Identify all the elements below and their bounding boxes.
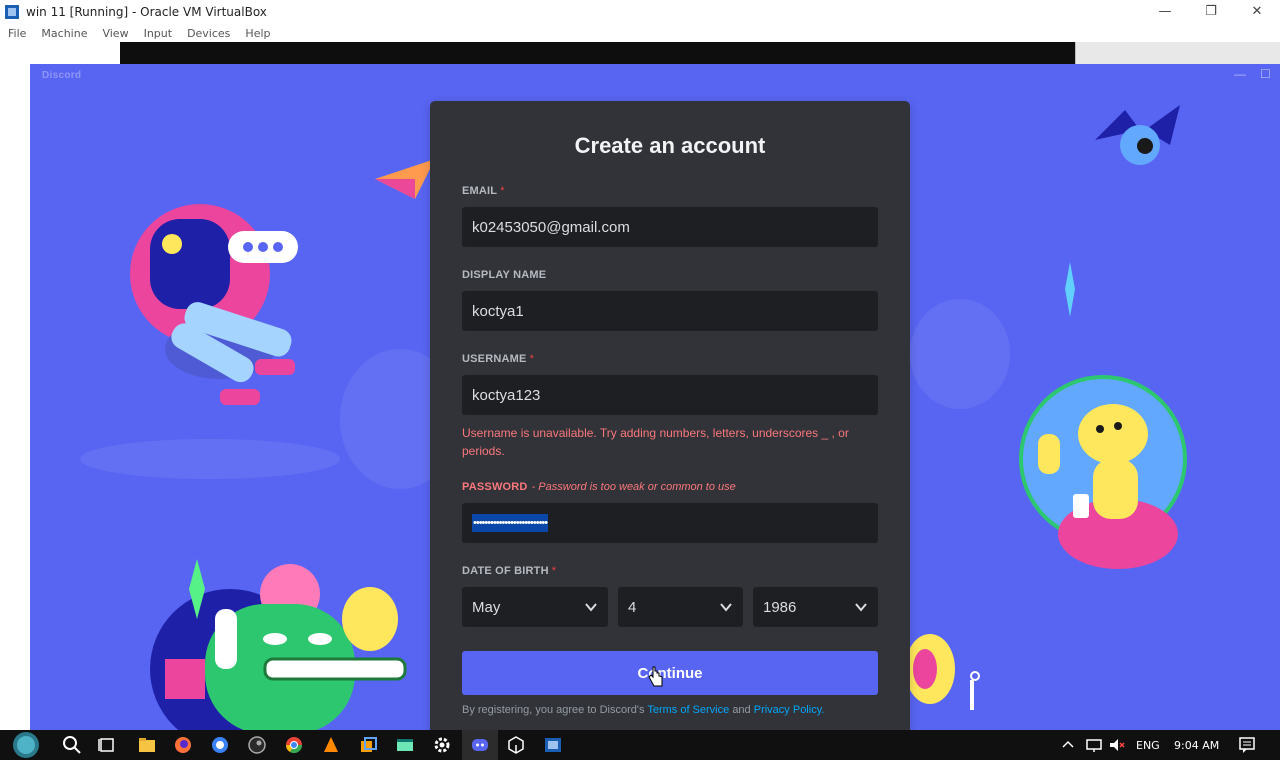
background-window-toolbar: [1075, 42, 1280, 64]
terms-of-service-link[interactable]: Terms of Service: [647, 704, 729, 716]
privacy-policy-link[interactable]: Privacy Policy.: [754, 704, 825, 716]
username-field[interactable]: koctya123: [462, 375, 878, 415]
host-close-button[interactable]: ✕: [1234, 0, 1280, 22]
app-window-icon[interactable]: [395, 735, 415, 755]
chrome-icon[interactable]: [284, 735, 304, 755]
continue-button[interactable]: Continue: [462, 651, 878, 695]
task-view-icon[interactable]: [97, 735, 117, 755]
trumpet-character-illustration: [905, 634, 980, 710]
hand-cursor-icon: [648, 666, 663, 687]
settings-gear-icon[interactable]: [432, 735, 452, 755]
register-card: Create an account EMAIL * k02453050@gmail…: [430, 101, 910, 730]
firefox-icon[interactable]: [173, 735, 193, 755]
menu-input[interactable]: Input: [144, 27, 172, 40]
taskbar: ENG 9:04 AM: [0, 730, 1280, 760]
username-label: USERNAME *: [462, 353, 535, 365]
day-value: 4: [628, 598, 637, 616]
clock[interactable]: 9:04 AM: [1174, 739, 1219, 752]
menu-help[interactable]: Help: [245, 27, 270, 40]
required-marker: *: [551, 565, 557, 577]
start-orb-icon[interactable]: [8, 730, 44, 760]
host-titlebar: win 11 [Running] - Oracle VM VirtualBox …: [0, 0, 1280, 24]
guest-screen: Discord — ☐ Create an account EMAIL * k0…: [0, 42, 1280, 730]
virtualbox-taskbar-icon[interactable]: [543, 735, 563, 755]
notifications-icon[interactable]: [1237, 735, 1257, 755]
date-of-birth-label: DATE OF BIRTH *: [462, 565, 557, 577]
discord-maximize-button[interactable]: ☐: [1260, 67, 1271, 81]
search-icon[interactable]: [62, 735, 82, 755]
discord-wordmark: Discord: [42, 70, 82, 81]
menu-file[interactable]: File: [8, 27, 26, 40]
virtualbox-icon: [5, 5, 19, 19]
volume-muted-icon[interactable]: [1108, 735, 1126, 755]
chevron-down-icon: [585, 603, 597, 612]
chevron-down-icon: [855, 603, 867, 612]
display-name-field[interactable]: koctya1: [462, 291, 878, 331]
month-select[interactable]: May: [462, 587, 608, 627]
page-title: Create an account: [574, 133, 766, 158]
year-select[interactable]: 1986: [753, 587, 878, 627]
required-marker: *: [500, 185, 505, 197]
host-minimize-button[interactable]: —: [1142, 0, 1188, 22]
discord-icon[interactable]: [470, 735, 490, 755]
menu-devices[interactable]: Devices: [187, 27, 230, 40]
email-label: EMAIL *: [462, 185, 505, 197]
waving-character-illustration: [1019, 375, 1187, 569]
chevron-down-icon: [720, 603, 732, 612]
cloud-illustration: [80, 439, 340, 479]
username-error: Username is unavailable. Try adding numb…: [462, 426, 849, 458]
cube-app-icon[interactable]: [506, 735, 526, 755]
required-marker: *: [529, 353, 535, 365]
discord-minimize-button[interactable]: —: [1234, 67, 1246, 81]
cloud-illustration: [910, 299, 1010, 409]
terms-notice: By registering, you agree to Discord's T…: [462, 704, 825, 716]
host-menubar: File Machine View Input Devices Help: [0, 24, 1280, 42]
chevron-up-icon[interactable]: [1060, 735, 1076, 755]
display-name-label: DISPLAY NAME: [462, 269, 547, 281]
month-value: May: [472, 598, 501, 616]
steam-icon[interactable]: [247, 735, 267, 755]
password-error: - Password is too weak or common to use: [531, 481, 736, 493]
menu-machine[interactable]: Machine: [41, 27, 87, 40]
character-on-beanbag-illustration: [130, 204, 298, 405]
app-icon[interactable]: [358, 735, 378, 755]
language-indicator[interactable]: ENG: [1136, 739, 1160, 752]
sparkle-icon: [1065, 262, 1075, 317]
menu-view[interactable]: View: [102, 27, 128, 40]
network-icon[interactable]: [1085, 735, 1103, 755]
email-field[interactable]: k02453050@gmail.com: [462, 207, 878, 247]
password-masked-value: ••••••••••••••••••••••••••: [472, 514, 548, 532]
browser-icon[interactable]: [210, 735, 230, 755]
vlc-icon[interactable]: [321, 735, 341, 755]
green-monster-with-headphones-illustration: [150, 559, 407, 730]
password-field[interactable]: ••••••••••••••••••••••••••: [462, 503, 878, 543]
flying-creature-illustration: [1095, 105, 1180, 165]
background-window-strip: [120, 42, 1075, 64]
discord-titlebar: Discord — ☐: [30, 64, 1280, 86]
host-restore-button[interactable]: ❐: [1188, 0, 1234, 22]
host-window-title: win 11 [Running] - Oracle VM VirtualBox: [26, 5, 267, 19]
password-label: PASSWORD - Password is too weak or common…: [462, 481, 736, 493]
day-select[interactable]: 4: [618, 587, 743, 627]
discord-window: Discord — ☐ Create an account EMAIL * k0…: [30, 64, 1280, 730]
year-value: 1986: [763, 598, 797, 616]
file-explorer-icon[interactable]: [137, 735, 157, 755]
